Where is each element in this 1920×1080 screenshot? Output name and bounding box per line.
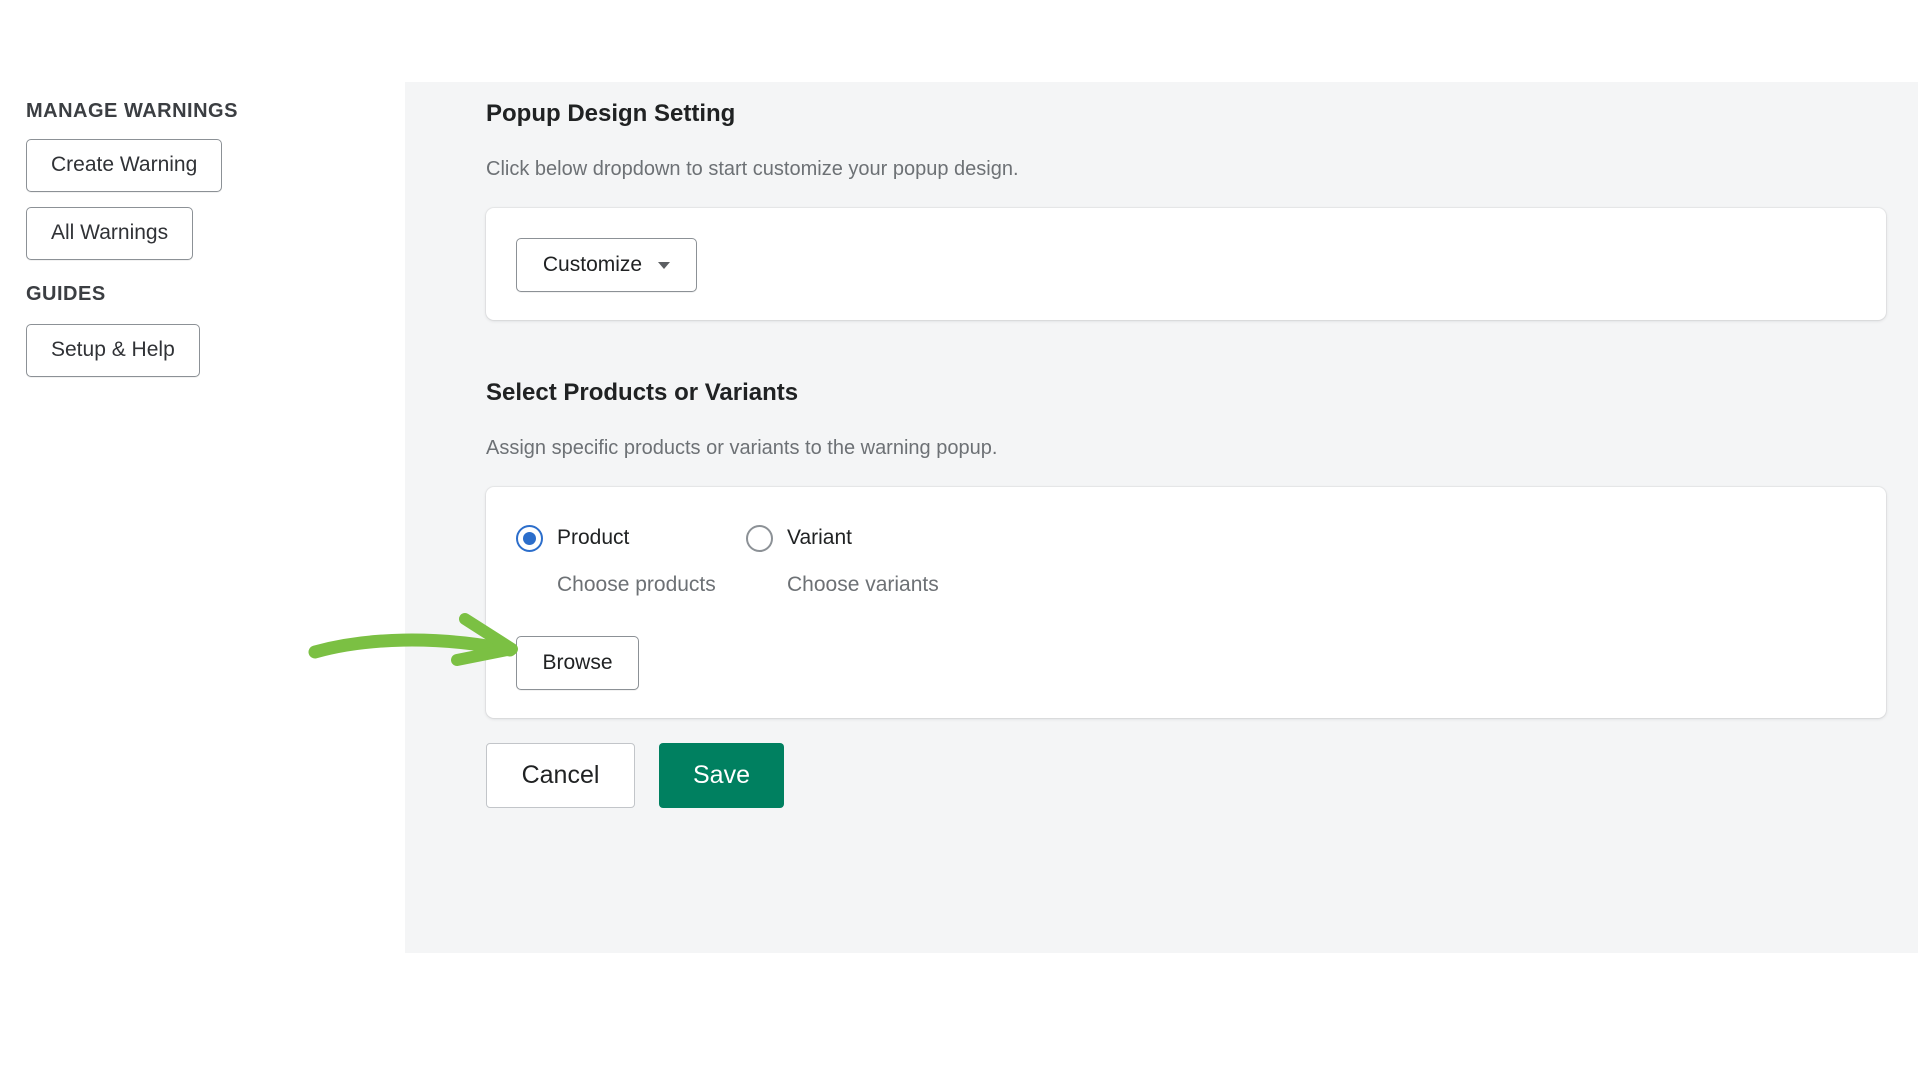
product-radio-label[interactable]: Product	[557, 526, 629, 550]
popup-design-title: Popup Design Setting	[486, 100, 736, 127]
caret-down-icon	[658, 261, 671, 269]
variant-radio-label[interactable]: Variant	[787, 526, 852, 550]
all-warnings-button[interactable]: All Warnings	[26, 207, 194, 260]
arrow-right-icon	[308, 613, 518, 666]
popup-design-card: Customize	[486, 208, 1886, 320]
popup-design-description: Click below dropdown to start customize …	[486, 158, 1019, 180]
product-select-description: Assign specific products or variants to …	[486, 437, 998, 459]
setup-help-button[interactable]: Setup & Help	[26, 324, 200, 377]
manage-warnings-heading: MANAGE WARNINGS	[26, 100, 238, 122]
customize-label: Customize	[542, 253, 643, 276]
product-radio-help: Choose products	[557, 573, 716, 596]
cancel-button[interactable]: Cancel	[486, 743, 635, 808]
variant-radio-help: Choose variants	[787, 573, 939, 596]
create-warning-button[interactable]: Create Warning	[26, 139, 223, 192]
save-button[interactable]: Save	[659, 743, 784, 808]
product-select-card: Product Choose products Variant Choose v…	[486, 487, 1886, 718]
sidebar: MANAGE WARNINGS Create Warning All Warni…	[26, 100, 386, 392]
customize-dropdown-button[interactable]: Customize	[516, 238, 697, 292]
guides-heading: GUIDES	[26, 283, 106, 305]
product-radio[interactable]	[516, 525, 543, 552]
product-select-title: Select Products or Variants	[486, 379, 799, 406]
variant-radio[interactable]	[746, 525, 773, 552]
